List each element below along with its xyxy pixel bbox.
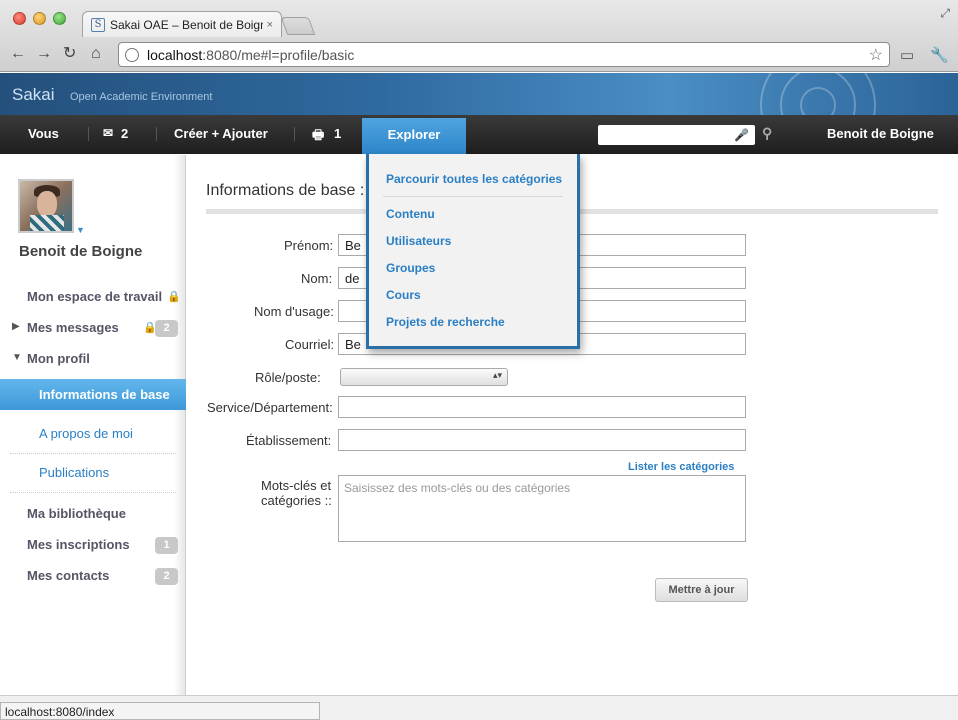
chevron-down-icon[interactable]: ▼ (76, 225, 85, 235)
search-icon[interactable]: ⚲ (762, 125, 772, 142)
avatar-scarf (30, 215, 64, 231)
sidebar-item-label: Informations de base (39, 387, 170, 402)
tab-title: Sakai OAE – Benoit de Boigne (110, 17, 263, 32)
envelope-icon[interactable]: ✉ (103, 126, 113, 140)
sidebar-item-basic-info[interactable]: Informations de base (0, 379, 186, 410)
sidebar-item-my-space[interactable]: Mon espace de travail (27, 289, 162, 304)
microphone-icon[interactable]: 🎤 (734, 128, 749, 142)
nav-user-name[interactable]: Benoit de Boigne (827, 126, 934, 141)
update-button[interactable]: Mettre à jour (655, 578, 748, 602)
back-icon[interactable]: ← (10, 46, 26, 62)
explore-dropdown-menu: Parcourir toutes les catégories Contenu … (366, 154, 580, 349)
url-host: localhost (147, 46, 203, 63)
nav-you[interactable]: Vous (28, 126, 59, 141)
institution-field[interactable] (338, 429, 746, 451)
home-icon[interactable]: ⌂ (91, 46, 101, 62)
sidebar-item-my-memberships[interactable]: Mes inscriptions (27, 537, 130, 552)
reload-icon[interactable]: ↻ (63, 46, 76, 62)
window-controls (13, 12, 66, 25)
url-path: :8080/me#l=profile/basic (202, 46, 355, 63)
sakai-logo[interactable]: Sakai (12, 85, 55, 105)
divider (10, 453, 176, 454)
browser-chrome: S Sakai OAE – Benoit de Boigne × ⤢ ← → ↻… (0, 0, 958, 72)
address-bar[interactable]: localhost:8080/me#l=profile/basic ☆ (118, 42, 890, 67)
lock-icon: 🔒 (167, 291, 181, 303)
sidebar-item-my-library[interactable]: Ma bibliothèque (27, 506, 126, 521)
wrench-icon[interactable]: 🔧 (930, 46, 949, 64)
inbox-count[interactable]: 1 (334, 126, 341, 141)
zoom-window-button[interactable] (53, 12, 66, 25)
role-select[interactable]: ▴▾ (340, 368, 508, 386)
nav-explore[interactable]: Explorer (362, 118, 466, 154)
top-navigation: Vous ✉ 2 Créer + Ajouter 🖶 1 Explorer 🎤 … (0, 115, 958, 154)
select-arrows-icon: ▴▾ (492, 370, 502, 380)
minimize-window-button[interactable] (33, 12, 46, 25)
fullscreen-icon[interactable]: ⤢ (940, 6, 950, 21)
messages-count[interactable]: 2 (121, 126, 128, 141)
page-title: Informations de base : (206, 182, 365, 199)
page-menu-icon[interactable]: ▭ (900, 46, 914, 64)
menu-item-content[interactable]: Contenu (386, 207, 435, 221)
menu-item-users[interactable]: Utilisateurs (386, 234, 451, 248)
menu-item-browse-all[interactable]: Parcourir toutes les catégories (386, 172, 562, 186)
tab-close-icon[interactable]: × (267, 19, 273, 31)
nav-create-add[interactable]: Créer + Ajouter (174, 126, 268, 141)
tags-label-line1: Mots-clés et (261, 478, 332, 493)
tags-textarea[interactable]: Saisissez des mots-clés ou des catégorie… (338, 475, 746, 542)
forward-icon[interactable]: → (36, 46, 52, 62)
navigation-bar: ← → ↻ ⌂ localhost:8080/me#l=profile/basi… (0, 38, 958, 72)
banner-subtitle: Open Academic Environment (70, 91, 213, 103)
messages-badge: 2 (155, 320, 178, 337)
tags-label-line2: catégories :: (261, 493, 332, 508)
avatar[interactable] (18, 179, 74, 233)
left-sidebar: ▼ Benoit de Boigne Mon espace de travail… (0, 155, 186, 695)
avatar-face (37, 191, 57, 217)
firstname-label: Prénom: (284, 238, 334, 253)
contacts-badge: 2 (155, 568, 178, 585)
lastname-label: Nom: (301, 271, 333, 286)
inbox-tray-icon[interactable]: 🖶 (312, 126, 324, 148)
email-label: Courriel: (285, 337, 335, 352)
sidebar-item-my-contacts[interactable]: Mes contacts (27, 568, 109, 583)
sidebar-item-my-profile[interactable]: Mon profil (27, 351, 90, 366)
search-input[interactable]: 🎤 (598, 125, 755, 145)
expand-arrow-icon[interactable]: ▶ (12, 321, 20, 332)
nav-separator (156, 127, 157, 141)
divider (383, 196, 563, 197)
department-field[interactable] (338, 396, 746, 418)
profile-name: Benoit de Boigne (19, 243, 143, 260)
status-bar: localhost:8080/index (0, 702, 320, 720)
divider (10, 492, 176, 493)
globe-icon (125, 47, 139, 62)
list-categories-link[interactable]: Lister les catégories (628, 461, 734, 473)
role-label: Rôle/poste: (255, 370, 321, 385)
nav-separator (88, 127, 89, 141)
department-label: Service/Département: (207, 400, 333, 415)
menu-item-courses[interactable]: Cours (386, 288, 421, 302)
collapse-arrow-icon[interactable]: ▼ (12, 352, 22, 363)
decorative-ring (760, 73, 876, 115)
sidebar-item-about-me[interactable]: A propos de moi (39, 426, 133, 441)
nickname-label: Nom d'usage: (254, 304, 334, 319)
nav-separator (294, 127, 295, 141)
sidebar-item-publications[interactable]: Publications (39, 465, 109, 480)
site-banner: Sakai Open Academic Environment (0, 73, 958, 115)
browser-tab[interactable]: S Sakai OAE – Benoit de Boigne × (82, 11, 282, 37)
new-tab-button[interactable] (280, 17, 316, 35)
memberships-badge: 1 (155, 537, 178, 554)
institution-label: Établissement: (246, 433, 332, 448)
menu-item-research[interactable]: Projets de recherche (386, 315, 505, 329)
favicon-icon: S (91, 17, 105, 32)
sidebar-item-my-messages[interactable]: Mes messages (27, 320, 119, 335)
nav-explore-label: Explorer (387, 127, 441, 142)
close-window-button[interactable] (13, 12, 26, 25)
menu-item-groups[interactable]: Groupes (386, 261, 435, 275)
bookmark-star-icon[interactable]: ☆ (869, 45, 883, 65)
